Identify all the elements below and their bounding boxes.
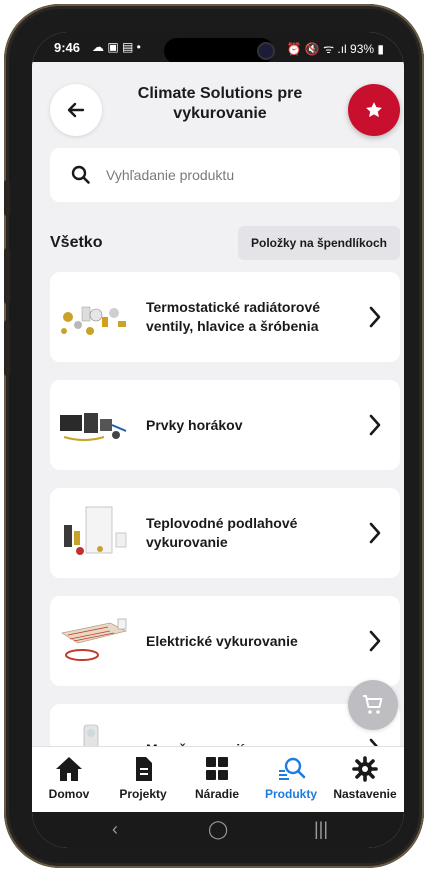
search-products-icon (279, 757, 306, 780)
nav-label: Produkty (264, 787, 317, 801)
nav-label: Domov (48, 787, 90, 801)
nav-item-home[interactable]: Domov (32, 755, 106, 801)
status-time: 9:46 (54, 40, 81, 55)
grid-icon (206, 757, 228, 780)
product-card[interactable]: Prvky horákov (50, 380, 400, 470)
search-icon (71, 165, 90, 184)
product-thumbnail (60, 618, 128, 661)
page-title: Climate Solutions pre vykurovanie (137, 85, 303, 122)
bottom-nav: Domov Projekty Náradie Produkty Nastaven… (32, 746, 404, 812)
nav-label: Náradie (194, 787, 240, 801)
system-nav-bar: ‹ ◯ ||| (32, 812, 404, 848)
product-label: Teplovodné podlahové vykurovanie (146, 515, 298, 550)
cart-button[interactable] (348, 680, 398, 730)
chevron-right-icon (369, 630, 381, 652)
chevron-right-icon (369, 414, 381, 436)
nav-item-products[interactable]: Produkty (254, 755, 328, 801)
search-input[interactable] (106, 167, 376, 183)
product-thumbnail (61, 306, 126, 335)
system-home-button[interactable]: ◯ (208, 819, 228, 840)
app-header: Climate Solutions pre vykurovanie (32, 62, 404, 152)
cart-icon (363, 695, 383, 714)
status-bar: 9:46 ☁ ▣ ▤ • ⏰ 🔇 ᯤ .ıl 93% ▮ (32, 32, 404, 64)
home-icon (56, 757, 82, 781)
document-icon (136, 757, 152, 781)
chevron-right-icon (369, 306, 381, 328)
product-card[interactable]: Teplovodné podlahové vykurovanie (50, 488, 400, 578)
product-card[interactable]: Termostatické radiátorové ventily, hlavi… (50, 272, 400, 362)
system-recents-button[interactable]: ||| (314, 819, 328, 840)
back-button[interactable] (50, 84, 102, 136)
arrow-left-icon (67, 102, 85, 118)
search-bar[interactable] (50, 148, 400, 202)
system-back-button[interactable]: ‹ (112, 819, 118, 840)
product-thumbnail (64, 506, 127, 555)
section-label: Všetko (50, 234, 103, 251)
star-icon (366, 102, 382, 118)
side-button (4, 180, 10, 216)
product-card[interactable]: Elektrické vykurovanie (50, 596, 400, 686)
side-button (4, 320, 10, 376)
nav-label: Nastavenie (333, 787, 397, 801)
chevron-right-icon (369, 522, 381, 544)
product-label: Elektrické vykurovanie (146, 632, 298, 649)
favorites-button[interactable] (348, 84, 400, 136)
nav-item-projects[interactable]: Projekty (106, 755, 180, 801)
nav-label: Projekty (119, 787, 167, 801)
product-label: Prvky horákov (146, 416, 243, 433)
nav-item-tools[interactable]: Náradie (180, 755, 254, 801)
status-left-icons: ☁ ▣ ▤ • (92, 40, 141, 54)
screen: 9:46 ☁ ▣ ▤ • ⏰ 🔇 ᯤ .ıl 93% ▮ Climate Sol… (32, 32, 404, 848)
nav-item-settings[interactable]: Nastavenie (328, 755, 402, 801)
status-right-icons: ⏰ 🔇 ᯤ .ıl 93% ▮ (286, 42, 384, 56)
product-label: Termostatické radiátorové ventily, hlavi… (146, 299, 321, 334)
side-button (4, 248, 10, 304)
gear-icon (352, 756, 378, 782)
front-camera (257, 42, 275, 60)
pinned-items-button[interactable]: Položky na špendlíkoch (238, 226, 400, 260)
product-thumbnail (60, 413, 127, 441)
phone-frame: 9:46 ☁ ▣ ▤ • ⏰ 🔇 ᯤ .ıl 93% ▮ Climate Sol… (4, 4, 424, 868)
